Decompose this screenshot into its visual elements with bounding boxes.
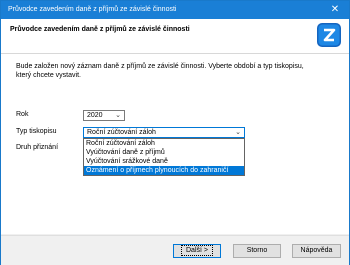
typ-tiskopisu-label: Typ tiskopisu — [16, 128, 57, 135]
druh-priznani-label: Druh přiznání — [16, 144, 59, 151]
dropdown-option[interactable]: Roční zúčtování záloh — [84, 139, 244, 148]
wizard-content: Bude založen nový záznam daně z příjmů z… — [1, 54, 349, 234]
wizard-header: Průvodce zavedením daně z příjmů ze závi… — [1, 19, 349, 54]
help-button[interactable]: Nápověda — [292, 244, 341, 258]
dropdown-option[interactable]: Vyúčtování srážkové daně — [84, 157, 244, 166]
chevron-down-icon: ⌄ — [115, 112, 121, 119]
button-bar: Další > Storno Nápověda — [1, 235, 349, 265]
typ-select-value: Roční zúčtování záloh — [87, 129, 156, 136]
dropdown-option-selected[interactable]: Oznámení o příjmech plynoucích do zahran… — [84, 166, 244, 175]
wizard-window: Průvodce zavedením daně z příjmů ze závi… — [0, 0, 350, 265]
cancel-button[interactable]: Storno — [233, 244, 281, 258]
title-bar: Průvodce zavedením daně z příjmů ze závi… — [1, 1, 349, 19]
close-icon[interactable]: ✕ — [321, 1, 349, 19]
next-button[interactable]: Další > — [173, 244, 221, 258]
year-select[interactable]: 2020 ⌄ — [83, 110, 125, 121]
next-button-label: Další > — [181, 245, 213, 256]
window-title: Průvodce zavedením daně z příjmů ze závi… — [8, 6, 177, 13]
typ-tiskopisu-select[interactable]: Roční zúčtování záloh ⌄ — [83, 127, 245, 138]
chevron-down-icon: ⌄ — [235, 129, 241, 136]
dropdown-option[interactable]: Vyúčtování daně z příjmů — [84, 148, 244, 157]
description-text: Bude založen nový záznam daně z příjmů z… — [16, 63, 304, 79]
app-logo-icon — [317, 23, 341, 47]
typ-tiskopisu-dropdown: Roční zúčtování záloh Vyúčtování daně z … — [83, 138, 245, 176]
rok-label: Rok — [16, 111, 29, 118]
page-title: Průvodce zavedením daně z příjmů ze závi… — [10, 26, 190, 33]
year-select-value: 2020 — [87, 112, 103, 119]
